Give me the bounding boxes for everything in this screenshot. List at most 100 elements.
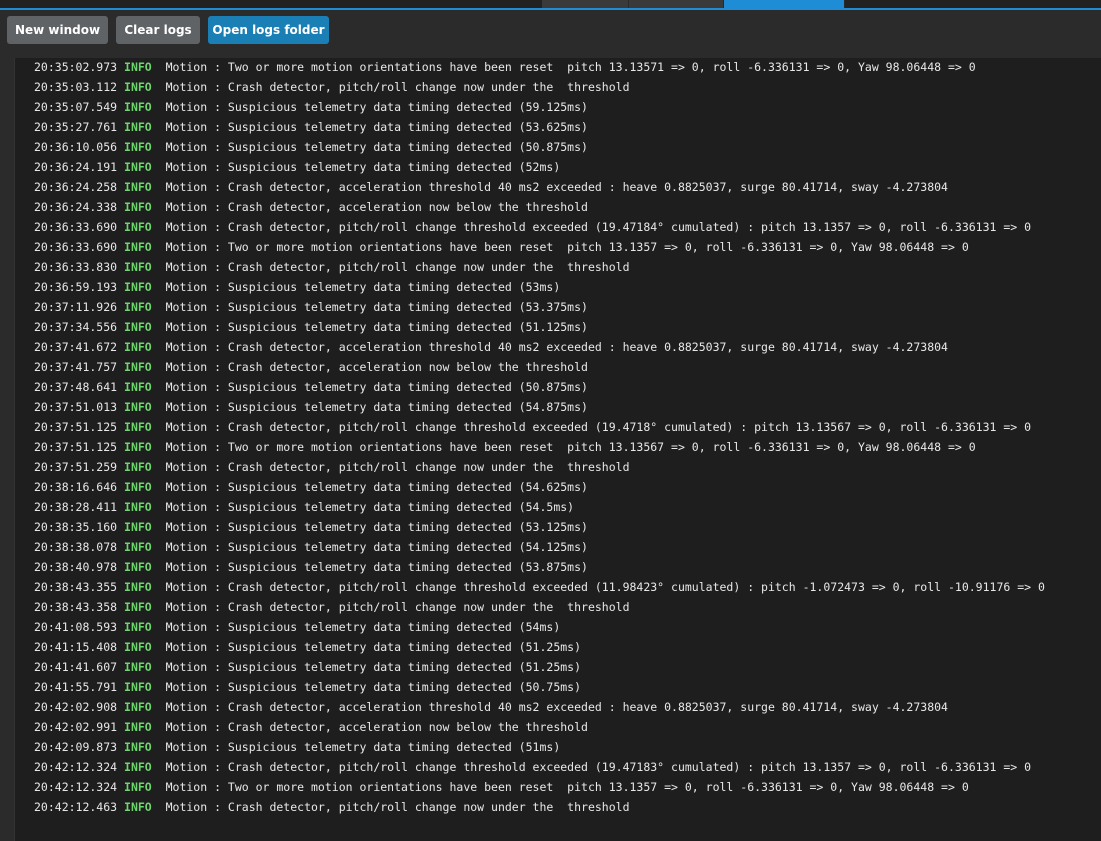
log-source: Motion	[165, 360, 208, 374]
log-source: Motion	[165, 780, 208, 794]
log-panel[interactable]: 20:35:02.973 INFO Motion : Two or more m…	[14, 58, 1101, 841]
log-line: 20:41:15.408 INFO Motion : Suspicious te…	[34, 640, 582, 654]
log-source: Motion	[165, 180, 208, 194]
log-timestamp: 20:41:15.408	[34, 640, 118, 654]
log-source: Motion	[165, 240, 208, 254]
log-line: 20:36:33.830 INFO Motion : Crash detecto…	[34, 260, 630, 274]
tab-2[interactable]	[629, 0, 724, 8]
toolbar: New window Clear logs Open logs folder	[0, 10, 1101, 58]
log-level: INFO	[124, 700, 152, 714]
log-timestamp: 20:35:07.549	[34, 100, 118, 114]
log-line: 20:37:11.926 INFO Motion : Suspicious te…	[34, 300, 588, 314]
log-source: Motion	[165, 60, 208, 74]
log-level: INFO	[124, 600, 152, 614]
log-timestamp: 20:36:33.690	[34, 220, 118, 234]
log-line: 20:35:27.761 INFO Motion : Suspicious te…	[34, 120, 588, 134]
log-timestamp: 20:36:24.191	[34, 160, 118, 174]
log-timestamp: 20:36:24.258	[34, 180, 118, 194]
log-line: 20:37:51.125 INFO Motion : Crash detecto…	[34, 420, 1032, 434]
log-message: Suspicious telemetry data timing detecte…	[227, 660, 582, 674]
new-window-button[interactable]: New window	[7, 16, 108, 44]
log-source: Motion	[165, 400, 208, 414]
log-message: Suspicious telemetry data timing detecte…	[227, 120, 588, 134]
log-line: 20:35:02.973 INFO Motion : Two or more m…	[34, 60, 976, 74]
log-source: Motion	[165, 580, 208, 594]
log-source: Motion	[165, 660, 208, 674]
log-source: Motion	[165, 260, 208, 274]
log-timestamp: 20:42:12.463	[34, 800, 118, 814]
log-level: INFO	[124, 80, 152, 94]
log-line: 20:42:02.991 INFO Motion : Crash detecto…	[34, 720, 588, 734]
log-message: Suspicious telemetry data timing detecte…	[227, 280, 561, 294]
log-line: 20:37:34.556 INFO Motion : Suspicious te…	[34, 320, 588, 334]
log-timestamp: 20:37:51.125	[34, 440, 118, 454]
log-level: INFO	[124, 640, 152, 654]
log-source: Motion	[165, 620, 208, 634]
log-message: Crash detector, acceleration threshold 4…	[227, 180, 948, 194]
log-timestamp: 20:35:02.973	[34, 60, 118, 74]
log-line: 20:36:24.191 INFO Motion : Suspicious te…	[34, 160, 561, 174]
log-timestamp: 20:38:38.078	[34, 540, 118, 554]
log-list: 20:35:02.973 INFO Motion : Two or more m…	[34, 58, 1045, 818]
tab-1[interactable]	[542, 0, 629, 8]
log-level: INFO	[124, 560, 152, 574]
log-line: 20:36:33.690 INFO Motion : Crash detecto…	[34, 220, 1032, 234]
log-level: INFO	[124, 500, 152, 514]
log-timestamp: 20:42:02.908	[34, 700, 118, 714]
log-source: Motion	[165, 80, 208, 94]
log-source: Motion	[165, 740, 208, 754]
log-level: INFO	[124, 340, 152, 354]
clear-logs-button[interactable]: Clear logs	[116, 16, 200, 44]
log-line: 20:41:55.791 INFO Motion : Suspicious te…	[34, 680, 582, 694]
log-source: Motion	[165, 220, 208, 234]
log-level: INFO	[124, 660, 152, 674]
log-message: Crash detector, pitch/roll change now un…	[227, 460, 630, 474]
log-message: Suspicious telemetry data timing detecte…	[227, 520, 588, 534]
log-source: Motion	[165, 700, 208, 714]
log-source: Motion	[165, 720, 208, 734]
open-logs-folder-button[interactable]: Open logs folder	[208, 16, 329, 44]
log-message: Crash detector, pitch/roll change thresh…	[227, 580, 1045, 594]
log-source: Motion	[165, 280, 208, 294]
log-timestamp: 20:42:12.324	[34, 780, 118, 794]
log-level: INFO	[124, 780, 152, 794]
log-timestamp: 20:37:48.641	[34, 380, 118, 394]
log-line: 20:42:09.873 INFO Motion : Suspicious te…	[34, 740, 561, 754]
log-timestamp: 20:36:59.193	[34, 280, 118, 294]
log-timestamp: 20:42:09.873	[34, 740, 118, 754]
log-line: 20:37:48.641 INFO Motion : Suspicious te…	[34, 380, 588, 394]
log-source: Motion	[165, 540, 208, 554]
log-timestamp: 20:37:51.259	[34, 460, 118, 474]
log-line: 20:38:43.355 INFO Motion : Crash detecto…	[34, 580, 1045, 594]
log-level: INFO	[124, 680, 152, 694]
log-line: 20:36:10.056 INFO Motion : Suspicious te…	[34, 140, 588, 154]
log-timestamp: 20:38:43.355	[34, 580, 118, 594]
log-message: Crash detector, pitch/roll change thresh…	[227, 760, 1032, 774]
log-source: Motion	[165, 440, 208, 454]
log-source: Motion	[165, 460, 208, 474]
log-message: Suspicious telemetry data timing detecte…	[227, 160, 561, 174]
tab-active[interactable]	[724, 0, 845, 8]
log-level: INFO	[124, 380, 152, 394]
log-level: INFO	[124, 300, 152, 314]
log-timestamp: 20:38:43.358	[34, 600, 118, 614]
log-message: Suspicious telemetry data timing detecte…	[227, 300, 588, 314]
log-source: Motion	[165, 500, 208, 514]
log-level: INFO	[124, 260, 152, 274]
log-timestamp: 20:38:28.411	[34, 500, 118, 514]
log-source: Motion	[165, 200, 208, 214]
log-level: INFO	[124, 460, 152, 474]
log-timestamp: 20:36:33.690	[34, 240, 118, 254]
log-line: 20:37:41.672 INFO Motion : Crash detecto…	[34, 340, 948, 354]
log-line: 20:37:51.013 INFO Motion : Suspicious te…	[34, 400, 588, 414]
log-level: INFO	[124, 140, 152, 154]
log-level: INFO	[124, 200, 152, 214]
log-message: Suspicious telemetry data timing detecte…	[227, 480, 588, 494]
log-level: INFO	[124, 100, 152, 114]
log-source: Motion	[165, 680, 208, 694]
log-timestamp: 20:37:41.757	[34, 360, 118, 374]
log-source: Motion	[165, 140, 208, 154]
log-source: Motion	[165, 640, 208, 654]
log-line: 20:38:28.411 INFO Motion : Suspicious te…	[34, 500, 575, 514]
log-line: 20:37:51.125 INFO Motion : Two or more m…	[34, 440, 976, 454]
